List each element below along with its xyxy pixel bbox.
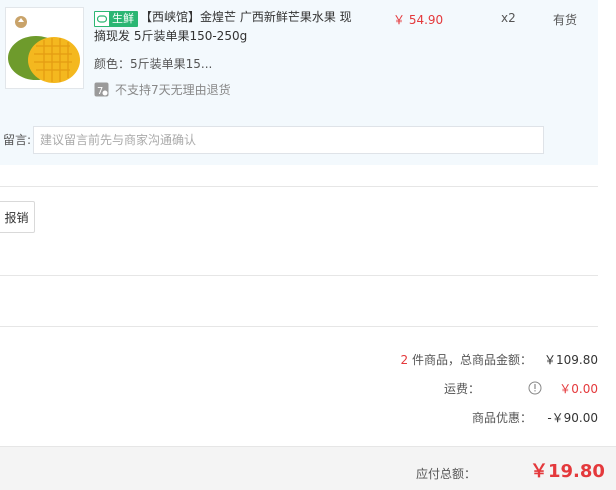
goods-total-value: ￥109.80 (544, 352, 598, 367)
shipping-value: ￥0.00 (559, 381, 598, 396)
return-policy-text: 不支持7天无理由退货 (115, 83, 231, 97)
remark-label: 留言: (3, 133, 32, 147)
shipping-label: 运费： (443, 381, 480, 396)
fork-knife-icon (95, 12, 109, 26)
payable-bar (0, 446, 616, 490)
order-item-panel: 生鲜 【西峡馆】金煌芒 广西新鲜芒果水果 现摘现发 5斤装单果150-250g … (0, 0, 598, 165)
divider (0, 326, 598, 327)
stock-status: 有货 (553, 13, 578, 27)
return-policy: 7 不支持7天无理由退货 (94, 81, 231, 98)
unit-price: ￥ 54.90 (393, 13, 444, 27)
remark-input[interactable] (33, 126, 544, 154)
mango-image-icon (6, 8, 83, 88)
discount-value: -￥90.00 (547, 410, 598, 425)
payable-label: 应付总额： (416, 467, 477, 481)
svg-text:7: 7 (97, 86, 103, 97)
fresh-badge-label: 生鲜 (109, 12, 137, 26)
goods-total-row: 2 件商品，总商品金额： ￥109.80 (401, 350, 598, 368)
quantity: x2 (501, 11, 516, 25)
divider (0, 186, 598, 187)
discount-row: 商品优惠： -￥90.00 (472, 408, 598, 426)
reimburse-button[interactable]: 报销 (0, 201, 35, 233)
info-icon[interactable] (528, 381, 542, 395)
payable-value: ￥19.80 (530, 461, 605, 482)
discount-label: 商品优惠： (471, 410, 532, 425)
product-title[interactable]: 生鲜 【西峡馆】金煌芒 广西新鲜芒果水果 现摘现发 5斤装单果150-250g (94, 8, 356, 46)
product-variant: 颜色：5斤装单果15... (94, 57, 213, 71)
no-return-icon: 7 (94, 82, 109, 97)
shipping-row: 运费： ￥0.00 (444, 379, 598, 397)
product-thumbnail[interactable] (5, 7, 84, 89)
goods-total-label: 2 件商品，总商品金额： (400, 352, 532, 367)
divider (0, 275, 598, 276)
fresh-badge: 生鲜 (94, 11, 138, 27)
